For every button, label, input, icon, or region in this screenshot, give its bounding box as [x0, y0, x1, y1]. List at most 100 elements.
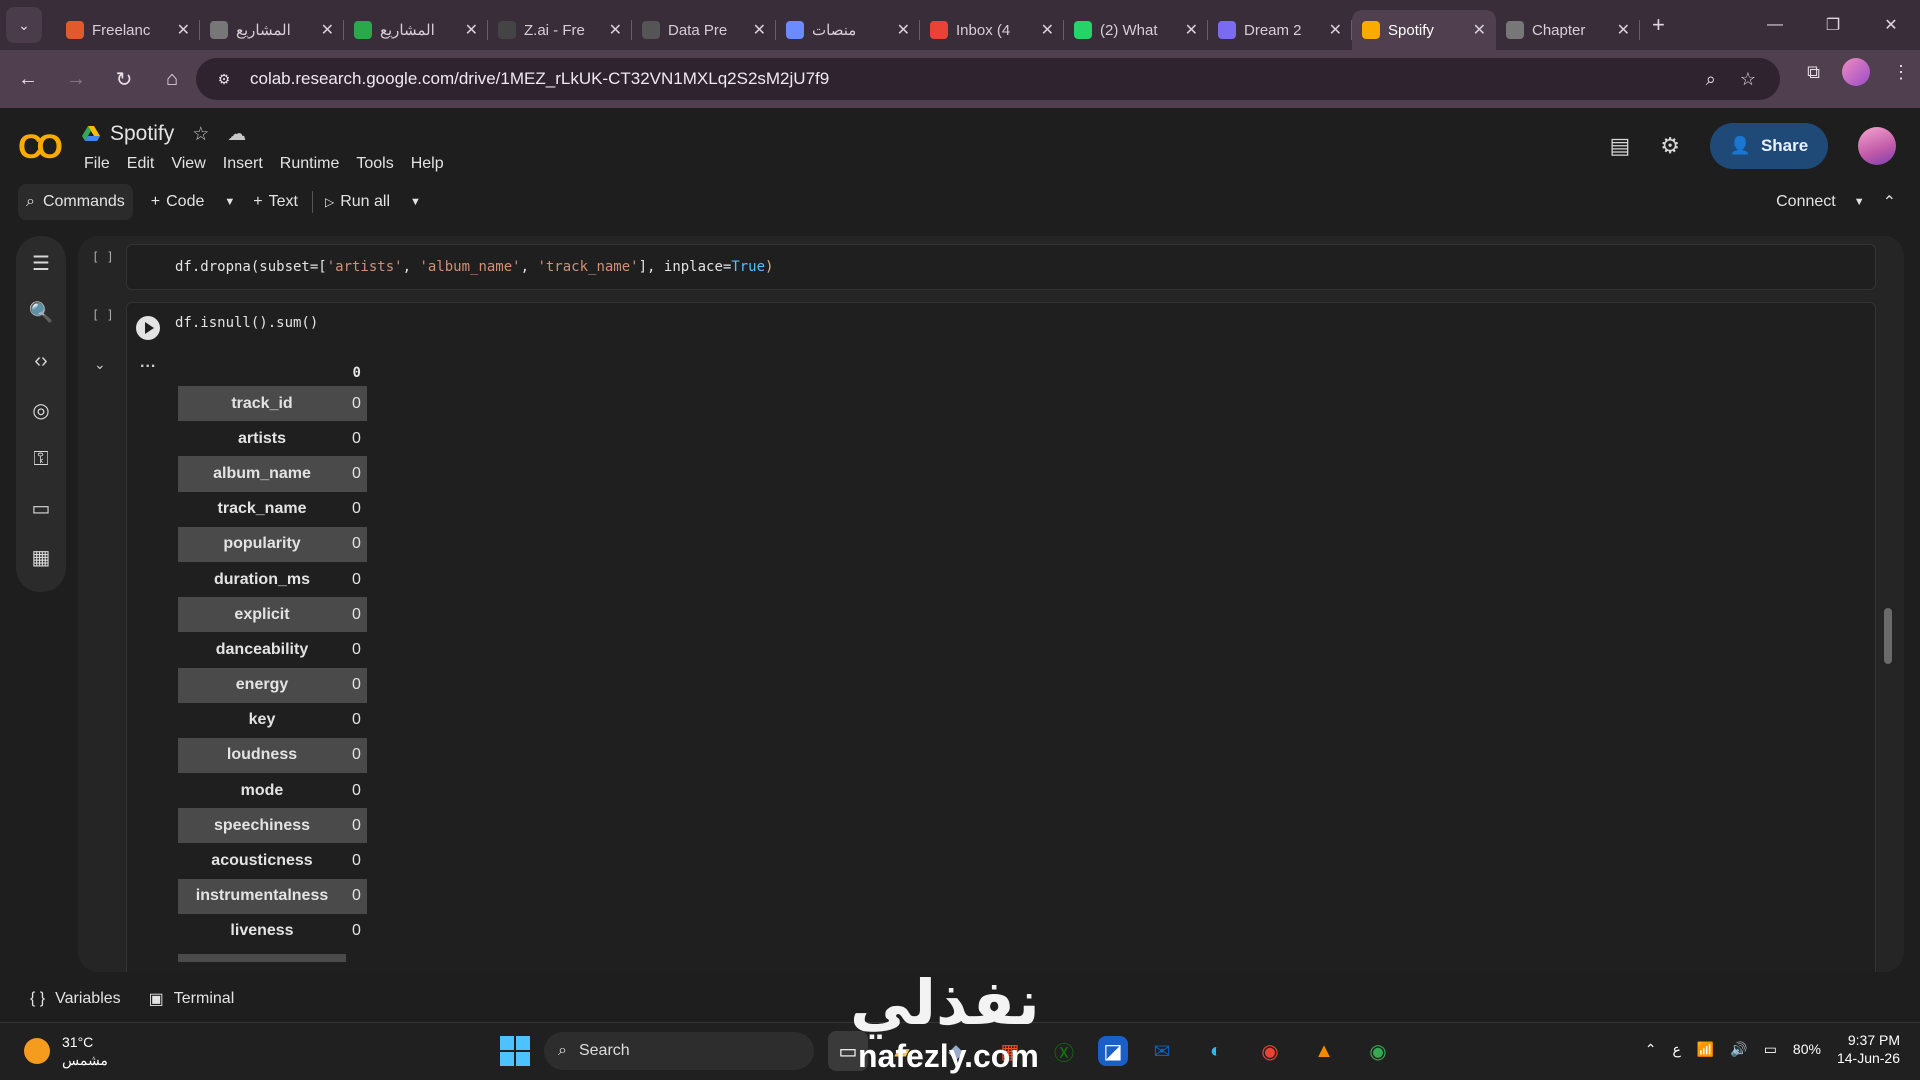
tab-search-button[interactable]: ⌄ — [6, 7, 42, 43]
browser-tab[interactable]: المشاريع ✕ — [344, 10, 488, 50]
add-code-button[interactable]: + Code ▼ — [151, 193, 235, 211]
app-icon[interactable]: ◪ — [1098, 1036, 1128, 1066]
menu-view[interactable]: View — [171, 155, 205, 173]
find-replace-icon[interactable]: 🔍 — [28, 299, 54, 325]
chrome-profile-icon[interactable]: ◉ — [1358, 1031, 1398, 1071]
output-actions-icon[interactable]: ... — [140, 354, 156, 372]
url-text[interactable]: colab.research.google.com/drive/1MEZ_rLk… — [250, 69, 1706, 89]
menu-file[interactable]: File — [84, 155, 110, 173]
battery-icon[interactable]: ▭ — [1764, 1041, 1777, 1058]
volume-icon[interactable]: 🔊 — [1730, 1041, 1747, 1058]
tab-close-icon[interactable]: ✕ — [1473, 20, 1486, 40]
run-all-button[interactable]: ▷ Run all ▼ — [325, 193, 421, 211]
commands-button[interactable]: ⌕ Commands — [18, 184, 133, 220]
user-avatar[interactable] — [1858, 127, 1896, 165]
chevron-down-icon[interactable]: ▼ — [410, 196, 421, 208]
back-icon[interactable]: ← — [8, 59, 48, 99]
table-of-contents-icon[interactable]: ☰ — [28, 250, 54, 276]
home-icon[interactable]: ⌂ — [152, 59, 192, 99]
tab-close-icon[interactable]: ✕ — [465, 20, 478, 40]
browser-tab[interactable]: Z.ai - Fre ✕ — [488, 10, 632, 50]
bookmark-star-icon[interactable]: ☆ — [1740, 69, 1756, 90]
code-cell-isnull[interactable]: df.isnull().sum() — [126, 302, 1876, 972]
menu-runtime[interactable]: Runtime — [280, 155, 340, 173]
site-info-icon[interactable]: ⚙ — [212, 67, 236, 91]
collapse-output-icon[interactable]: ⌄ — [94, 356, 106, 373]
language-indicator[interactable]: ع — [1672, 1041, 1680, 1058]
taskbar-search[interactable]: ⌕ Search — [544, 1032, 814, 1070]
weather-widget[interactable]: 31°C مشمس — [24, 1033, 108, 1069]
edge-icon[interactable]: ◐ — [1196, 1031, 1236, 1071]
browser-tab[interactable]: Spotify ✕ — [1352, 10, 1496, 50]
vlc-icon[interactable]: ▲ — [1304, 1031, 1344, 1071]
collapse-header-icon[interactable]: ⌃ — [1883, 192, 1896, 212]
wifi-icon[interactable]: 📶 — [1697, 1041, 1714, 1058]
colab-logo[interactable]: CO — [18, 128, 63, 167]
new-tab-button[interactable]: + — [1652, 12, 1665, 38]
table-row: speechiness 0 — [178, 808, 367, 844]
code-token: ], inplace= — [638, 259, 732, 275]
add-text-button[interactable]: + Text — [253, 193, 298, 211]
run-cell-button[interactable] — [136, 316, 160, 340]
menu-tools[interactable]: Tools — [356, 155, 393, 173]
braces-icon: { } — [30, 990, 46, 1007]
browser-tab[interactable]: Inbox (4 ✕ — [920, 10, 1064, 50]
reload-icon[interactable]: ↻ — [104, 59, 144, 99]
data-table-icon[interactable]: ▦ — [28, 544, 54, 570]
tab-close-icon[interactable]: ✕ — [609, 20, 622, 40]
browser-tab[interactable]: Data Pre ✕ — [632, 10, 776, 50]
share-button[interactable]: 👤 Share — [1710, 123, 1828, 169]
browser-menu-icon[interactable]: ⋮ — [1892, 62, 1910, 83]
table-row: explicit 0 — [178, 597, 367, 633]
comments-icon[interactable]: ▤ — [1609, 133, 1630, 159]
browser-tab[interactable]: المشاريع ✕ — [200, 10, 344, 50]
connect-button[interactable]: Connect — [1776, 193, 1836, 211]
menu-help[interactable]: Help — [411, 155, 444, 173]
clock[interactable]: 9:37 PM 14-Jun-26 — [1837, 1031, 1900, 1067]
code-text[interactable]: df.isnull().sum() — [175, 315, 318, 331]
zoom-icon[interactable]: ⌕ — [1706, 69, 1716, 90]
tab-close-icon[interactable]: ✕ — [321, 20, 334, 40]
chrome-icon[interactable]: ◉ — [1250, 1031, 1290, 1071]
close-window-icon[interactable]: ✕ — [1862, 0, 1920, 50]
tab-close-icon[interactable]: ✕ — [1617, 20, 1630, 40]
secrets-key-icon[interactable]: ⚿ — [28, 446, 54, 472]
settings-gear-icon[interactable]: ⚙ — [1660, 133, 1680, 159]
restore-icon[interactable]: ❐ — [1804, 0, 1862, 50]
forward-icon[interactable]: → — [56, 59, 96, 99]
tab-close-icon[interactable]: ✕ — [753, 20, 766, 40]
omnibox[interactable]: ⚙ colab.research.google.com/drive/1MEZ_r… — [196, 58, 1780, 100]
minimize-icon[interactable]: — — [1746, 0, 1804, 50]
variable-inspector-icon[interactable]: ◎ — [28, 397, 54, 423]
code-text[interactable]: df.dropna(subset=['artists', 'album_name… — [175, 259, 773, 275]
outlook-icon[interactable]: ✉ — [1142, 1031, 1182, 1071]
tab-close-icon[interactable]: ✕ — [1329, 20, 1342, 40]
cloud-save-icon[interactable]: ☁ — [227, 123, 246, 146]
scrollbar-thumb[interactable] — [1884, 608, 1892, 664]
xbox-icon[interactable]: Ⓧ — [1044, 1031, 1084, 1071]
menu-insert[interactable]: Insert — [223, 155, 263, 173]
browser-tab[interactable]: Chapter ✕ — [1496, 10, 1640, 50]
chevron-down-icon[interactable]: ▼ — [224, 196, 235, 208]
files-folder-icon[interactable]: ▭ — [28, 495, 54, 521]
code-snippets-icon[interactable]: ‹› — [28, 348, 54, 374]
browser-tab[interactable]: (2) What ✕ — [1064, 10, 1208, 50]
start-windows-icon[interactable] — [500, 1036, 530, 1066]
code-cell-dropna[interactable]: df.dropna(subset=['artists', 'album_name… — [126, 244, 1876, 290]
terminal-button[interactable]: ▣ Terminal — [149, 989, 235, 1009]
star-icon[interactable]: ☆ — [192, 123, 209, 146]
tab-close-icon[interactable]: ✕ — [1185, 20, 1198, 40]
notebook-title[interactable]: Spotify — [110, 122, 174, 146]
browser-tab[interactable]: Freelanc ✕ — [56, 10, 200, 50]
tab-close-icon[interactable]: ✕ — [177, 20, 190, 40]
extensions-icon[interactable]: ⧉ — [1807, 62, 1820, 83]
tab-close-icon[interactable]: ✕ — [897, 20, 910, 40]
browser-tab[interactable]: Dream 2 ✕ — [1208, 10, 1352, 50]
tab-close-icon[interactable]: ✕ — [1041, 20, 1054, 40]
connect-dropdown-icon[interactable]: ▼ — [1854, 196, 1865, 208]
show-hidden-icons[interactable]: ⌃ — [1645, 1041, 1657, 1058]
menu-edit[interactable]: Edit — [127, 155, 155, 173]
variables-button[interactable]: { } Variables — [30, 990, 121, 1008]
browser-tab[interactable]: منصات ✕ — [776, 10, 920, 50]
profile-avatar[interactable] — [1842, 58, 1870, 86]
